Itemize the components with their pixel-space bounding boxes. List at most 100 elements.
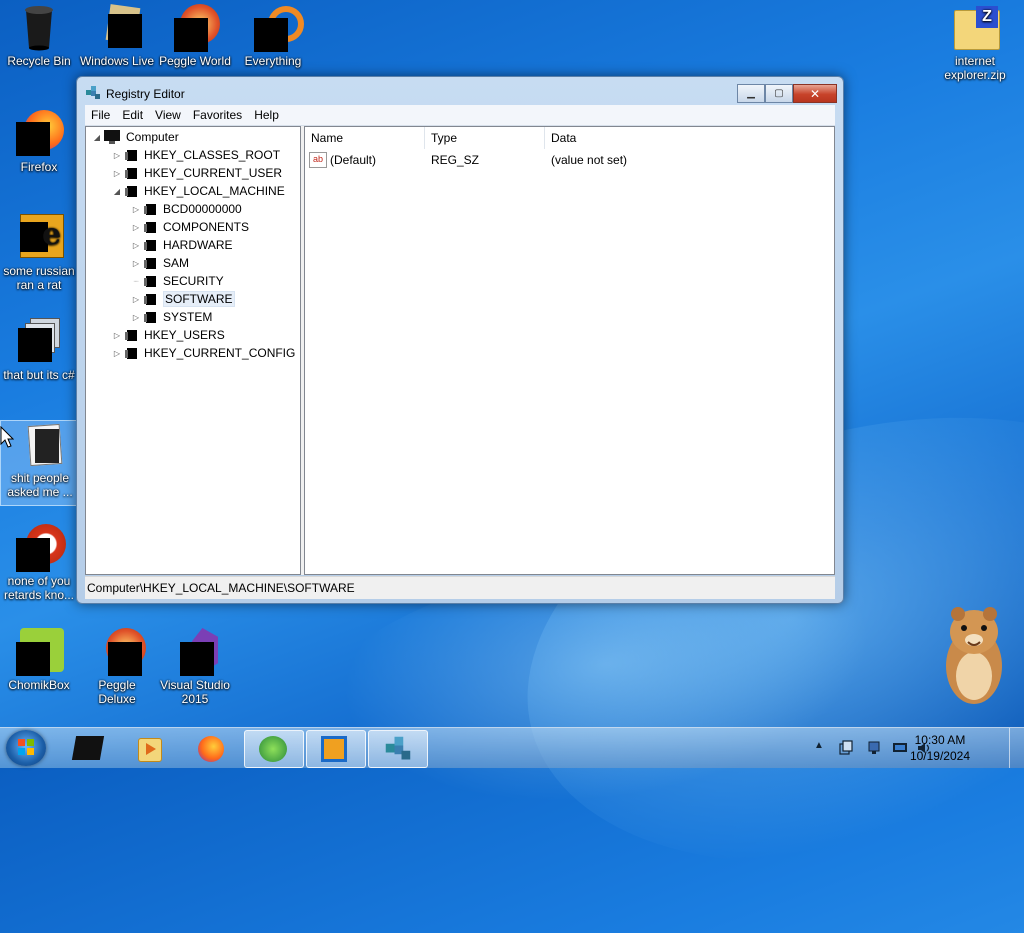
windows-live-icon [94,4,142,50]
desktop-icon-windows-live[interactable]: Windows Live [78,4,156,68]
tree-node-hkey-users[interactable]: ▷ HKEY_USERS [112,326,225,344]
expand-arrow-icon[interactable]: ▷ [131,295,141,304]
taskbar-registry-editor[interactable] [368,730,428,768]
folder-icon [125,347,139,359]
tree-node-label: SAM [163,256,190,270]
tree-node-hkey-classes-root[interactable]: ▷ HKEY_CLASSES_ROOT [112,146,280,164]
expand-arrow-icon[interactable]: ▷ [131,259,141,268]
menu-help[interactable]: Help [248,108,285,122]
registry-editor-icon [385,736,411,760]
value-name: (Default) [330,153,377,167]
desktop-icon-peggle-world[interactable]: Peggle World [156,4,234,68]
taskbar-clock[interactable]: 10:30 AM 10/19/2024 [910,732,970,764]
tree-node-label: Computer [126,130,179,144]
everything-search-icon [250,4,304,52]
mouse-cursor [0,425,15,451]
tree-node-hkey-local-machine[interactable]: ◢ HKEY_LOCAL_MACHINE [112,182,285,200]
title-bar[interactable]: Registry Editor ▁ ▢ ✕ [77,77,843,105]
maximize-button[interactable]: ▢ [765,84,793,103]
desktop-icon-some-russian-ran-a-rat[interactable]: e some russian ran a rat [0,214,78,292]
tree-node-security[interactable]: ┈ SECURITY [131,272,224,290]
expand-arrow-icon[interactable]: ▷ [112,349,122,358]
taskbar-media-player[interactable] [120,730,178,766]
tree-node-system[interactable]: ▷ SYSTEM [131,308,212,326]
network-icon[interactable] [866,740,882,756]
peggle-icon [94,628,146,676]
registry-editor-window[interactable]: Registry Editor ▁ ▢ ✕ File Edit View Fav… [76,76,844,604]
taskbar-app-1[interactable] [60,730,118,766]
tree-node-software[interactable]: ▷ SOFTWARE [131,290,235,308]
column-header-type[interactable]: Type [425,127,545,149]
close-button[interactable]: ✕ [793,84,837,103]
show-hidden-icons-button[interactable]: ▲ [814,740,824,751]
values-list[interactable]: Name Type Data ab (Default) REG_SZ (valu… [304,126,835,575]
folder-icon [144,275,158,287]
registry-editor-app-icon [85,85,101,101]
expand-arrow-icon[interactable]: ▷ [112,151,122,160]
peggle-icon [16,524,66,572]
desktop-icon-visual-studio-2015[interactable]: Visual Studio 2015 [156,628,234,706]
value-type-cell: REG_SZ [431,151,479,169]
menu-edit[interactable]: Edit [116,108,149,122]
value-row[interactable]: ab (Default) [309,151,376,169]
menu-file[interactable]: File [85,108,116,122]
tree-node-computer[interactable]: ◢ Computer [92,128,179,146]
tree-node-components[interactable]: ▷ COMPONENTS [131,218,249,236]
tree-node-bcd00000000[interactable]: ▷ BCD00000000 [131,200,242,218]
tree-node-hkey-current-user[interactable]: ▷ HKEY_CURRENT_USER [112,164,282,182]
taskbar: ▲ 10:30 AM 10/19/2024 [0,727,1024,768]
desktop-icon-everything[interactable]: Everything [234,4,312,68]
peggle-icon [172,4,220,52]
column-header-name[interactable]: Name [305,127,425,149]
menu-favorites[interactable]: Favorites [187,108,248,122]
folder-icon [144,257,158,269]
expand-arrow-icon[interactable]: ▷ [112,331,122,340]
hamster-image [946,607,1002,704]
virtualbox-icon [321,736,347,762]
column-header-data[interactable]: Data [545,127,834,149]
taskbar-virtualbox[interactable] [306,730,366,768]
hamster-desktop-pet[interactable] [934,604,1014,708]
start-button[interactable] [6,730,46,766]
desktop-icon-peggle-deluxe[interactable]: Peggle Deluxe [78,628,156,706]
menu-view[interactable]: View [149,108,187,122]
close-icon: ✕ [809,86,821,101]
expand-arrow-icon[interactable]: ▷ [112,169,122,178]
desktop-icon-none-of-you-retards-kno[interactable]: none of you retards kno... [0,524,78,602]
minimize-button[interactable]: ▁ [737,84,765,103]
expand-arrow-icon[interactable]: ▷ [131,205,141,214]
desktop-icon-that-but-its-csharp[interactable]: that but its c# [0,318,78,382]
desktop-icon-label: Recycle Bin [7,54,71,68]
tree-node-hardware[interactable]: ▷ HARDWARE [131,236,233,254]
collapse-arrow-icon[interactable]: ◢ [92,133,102,142]
folder-open-icon [125,185,139,197]
expand-arrow-icon[interactable]: ▷ [131,313,141,322]
recycle-bin-icon [16,4,62,51]
desktop-icon-internet-explorer-zip[interactable]: Z internet explorer.zip [936,4,1014,82]
taskbar-firefox[interactable] [182,730,240,766]
taskbar-download-manager[interactable] [244,730,304,768]
tree-node-hkey-current-config[interactable]: ▷ HKEY_CURRENT_CONFIG [112,344,295,362]
desktop-icon-label: Peggle World [159,54,231,68]
desktop-icon-recycle-bin[interactable]: Recycle Bin [0,4,78,68]
expand-arrow-icon[interactable]: ▷ [131,241,141,250]
show-desktop-button[interactable] [1009,728,1024,768]
expand-arrow-icon[interactable]: ▷ [131,223,141,232]
play-icon [146,743,156,755]
tree-node-label: HKEY_LOCAL_MACHINE [144,184,285,198]
window-stack-icon [16,318,62,364]
desktop-icon-chomikbox[interactable]: ChomikBox [0,628,78,692]
ie-icon: e [16,214,64,260]
registry-tree[interactable]: ◢ Computer ▷ HKEY_CLASSES_ROOT ▷ HKEY_CU… [85,126,301,575]
action-center-icon[interactable] [838,740,854,756]
tree-connector: ┈ [133,276,139,286]
folder-icon [144,311,158,323]
menu-bar: File Edit View Favorites Help [85,105,835,126]
desktop-icon-label: Windows Live [79,54,155,68]
visual-studio-icon [172,628,218,676]
tree-node-sam[interactable]: ▷ SAM [131,254,189,272]
desktop-icon-firefox[interactable]: Firefox [0,110,78,174]
display-icon[interactable] [892,740,908,756]
collapse-arrow-icon[interactable]: ◢ [112,187,122,196]
tree-node-label: HKEY_CLASSES_ROOT [144,148,281,162]
